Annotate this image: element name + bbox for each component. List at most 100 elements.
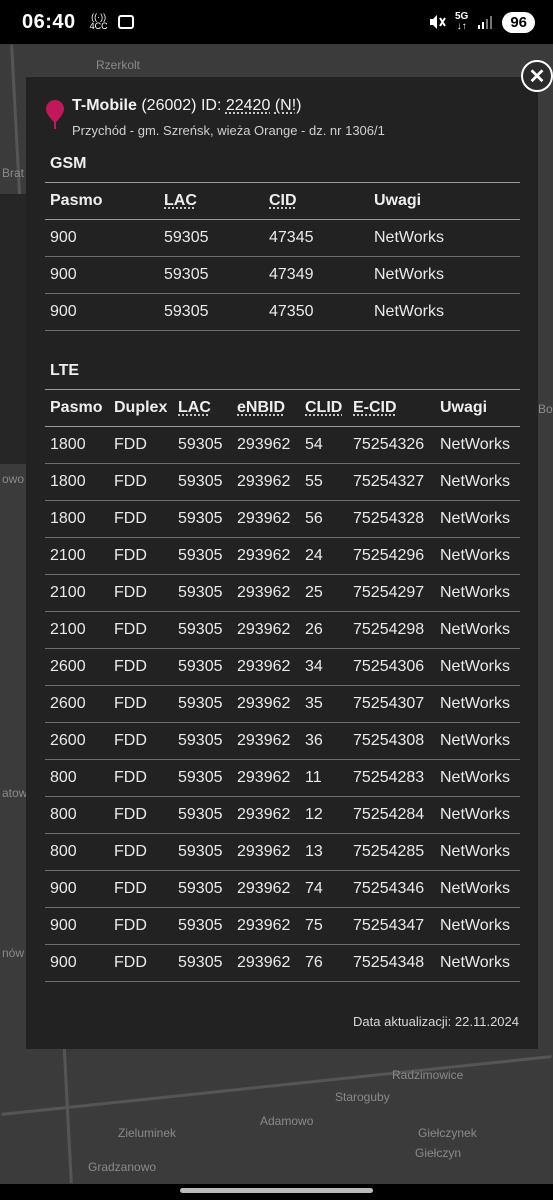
gsm-cell: 900 — [45, 293, 159, 331]
update-date: Data aktualizacji: 22.11.2024 — [353, 1014, 519, 1029]
id-label: ID: — [200, 97, 222, 114]
lte-cell: 74 — [300, 870, 348, 908]
lte-cell: 26 — [300, 611, 348, 649]
lte-cell: 800 — [45, 796, 109, 834]
lte-table-row: 2600 FDD 59305 293962 35 75254307 NetWorks — [45, 685, 520, 723]
lte-cell: 59305 — [173, 759, 232, 797]
lte-cell: FDD — [109, 574, 173, 612]
status-left-icons: ((·)) 4CC — [90, 13, 134, 31]
close-button[interactable]: ✕ — [521, 60, 553, 92]
lte-cell: 59305 — [173, 685, 232, 723]
lte-cell: 75254307 — [348, 685, 435, 723]
lte-cell: NetWorks — [435, 944, 520, 982]
map-pin-icon — [46, 100, 64, 129]
lte-cell: NetWorks — [435, 463, 520, 501]
lte-cell: 54 — [300, 426, 348, 464]
lte-cell: 76 — [300, 944, 348, 982]
gsm-header-row: Pasmo LAC CID Uwagi — [45, 182, 520, 220]
operator-name: T-Mobile — [72, 97, 137, 114]
lte-cell: FDD — [109, 944, 173, 982]
mute-icon — [429, 15, 446, 29]
flag-link[interactable]: (N!) — [275, 97, 302, 114]
lte-cell: 59305 — [173, 944, 232, 982]
lte-cell: NetWorks — [435, 648, 520, 686]
lte-cell: 11 — [300, 759, 348, 797]
lte-cell: FDD — [109, 796, 173, 834]
home-indicator[interactable] — [180, 1188, 373, 1193]
gsm-table-row: 900 59305 47349 NetWorks — [45, 256, 520, 294]
lte-cell: 59305 — [173, 722, 232, 760]
map-road — [1, 1055, 552, 1116]
lte-table-row: 900 FDD 59305 293962 76 75254348 NetWorks — [45, 944, 520, 982]
lte-cell: NetWorks — [435, 611, 520, 649]
gsm-table-body: 900 59305 47345 NetWorks 900 59305 47349 NetWor… — [45, 219, 520, 331]
lte-cell: 900 — [45, 870, 109, 908]
close-icon: ✕ — [528, 65, 546, 88]
gsm-col-lac[interactable]: LAC — [159, 182, 264, 220]
map-label: Adamowo — [260, 1114, 314, 1128]
lte-cell: FDD — [109, 463, 173, 501]
lte-cell: 59305 — [173, 870, 232, 908]
lte-col-clid[interactable]: CLID — [300, 389, 348, 427]
lte-cell: FDD — [109, 500, 173, 538]
lte-cell: 35 — [300, 685, 348, 723]
station-header: T-Mobile (26002) ID: 22420 (N!) Przychód… — [45, 97, 519, 138]
lte-col-ecid[interactable]: E-CID — [348, 389, 435, 427]
lte-cell: 1800 — [45, 500, 109, 538]
lte-table-row: 2100 FDD 59305 293962 26 75254298 NetWorks — [45, 611, 520, 649]
lte-cell: 75254285 — [348, 833, 435, 871]
map-label: Giełczyn — [415, 1146, 462, 1160]
gsm-cell: 900 — [45, 219, 159, 257]
lte-table-row: 900 FDD 59305 293962 74 75254346 NetWorks — [45, 870, 520, 908]
lte-cell: 56 — [300, 500, 348, 538]
lte-cell: FDD — [109, 611, 173, 649]
lte-cell: 59305 — [173, 500, 232, 538]
lte-cell: 75254346 — [348, 870, 435, 908]
lte-cell: 293962 — [232, 722, 300, 760]
gsm-cell: NetWorks — [369, 219, 520, 257]
lte-cell: FDD — [109, 685, 173, 723]
lte-cell: 75254328 — [348, 500, 435, 538]
lte-cell: 293962 — [232, 870, 300, 908]
lte-col-pasmo: Pasmo — [45, 389, 109, 427]
map-label: owo — [2, 472, 25, 486]
map-label: Zieluminek — [118, 1126, 177, 1140]
lte-cell: FDD — [109, 907, 173, 945]
battery-indicator: 96 — [502, 11, 535, 33]
lte-cell: NetWorks — [435, 870, 520, 908]
lte-col-duplex: Duplex — [109, 389, 173, 427]
map-label: Rzerkolt — [96, 58, 141, 72]
station-id-link[interactable]: 22420 — [226, 97, 271, 114]
lte-cell: 2100 — [45, 574, 109, 612]
gsm-col-cid[interactable]: CID — [264, 182, 369, 220]
lte-table-body: 1800 FDD 59305 293962 54 75254326 NetWorks 1800… — [45, 426, 520, 982]
lte-cell: 293962 — [232, 648, 300, 686]
lte-cell: 2600 — [45, 648, 109, 686]
gsm-cell: 59305 — [159, 219, 264, 257]
gsm-cell: NetWorks — [369, 256, 520, 294]
map-label: Staroguby — [335, 1090, 390, 1104]
map-label: nów — [2, 946, 25, 960]
lte-cell: 25 — [300, 574, 348, 612]
lte-table-row: 800 FDD 59305 293962 11 75254283 NetWorks — [45, 759, 520, 797]
lte-cell: 293962 — [232, 796, 300, 834]
lte-cell: NetWorks — [435, 833, 520, 871]
lte-col-enbid[interactable]: eNBID — [232, 389, 300, 427]
station-header-text: T-Mobile (26002) ID: 22420 (N!) Przychód… — [72, 97, 385, 138]
map-label: Bo — [538, 402, 553, 416]
gsm-cell: 59305 — [159, 256, 264, 294]
lte-cell: NetWorks — [435, 500, 520, 538]
lte-col-lac[interactable]: LAC — [173, 389, 232, 427]
lte-table-row: 2100 FDD 59305 293962 25 75254297 NetWorks — [45, 574, 520, 612]
lte-cell: 2600 — [45, 722, 109, 760]
gsm-cell: NetWorks — [369, 293, 520, 331]
lte-cell: 293962 — [232, 463, 300, 501]
lte-cell: 75254306 — [348, 648, 435, 686]
status-bar: 06:40 ((·)) 4CC 5G ↓↑ 96 — [0, 0, 553, 44]
lte-cell: 293962 — [232, 907, 300, 945]
lte-cell: 13 — [300, 833, 348, 871]
lte-cell: 293962 — [232, 500, 300, 538]
lte-table-row: 1800 FDD 59305 293962 54 75254326 NetWorks — [45, 426, 520, 464]
gsm-col-pasmo: Pasmo — [45, 182, 159, 220]
map-label: Gradzanowo — [88, 1160, 157, 1174]
